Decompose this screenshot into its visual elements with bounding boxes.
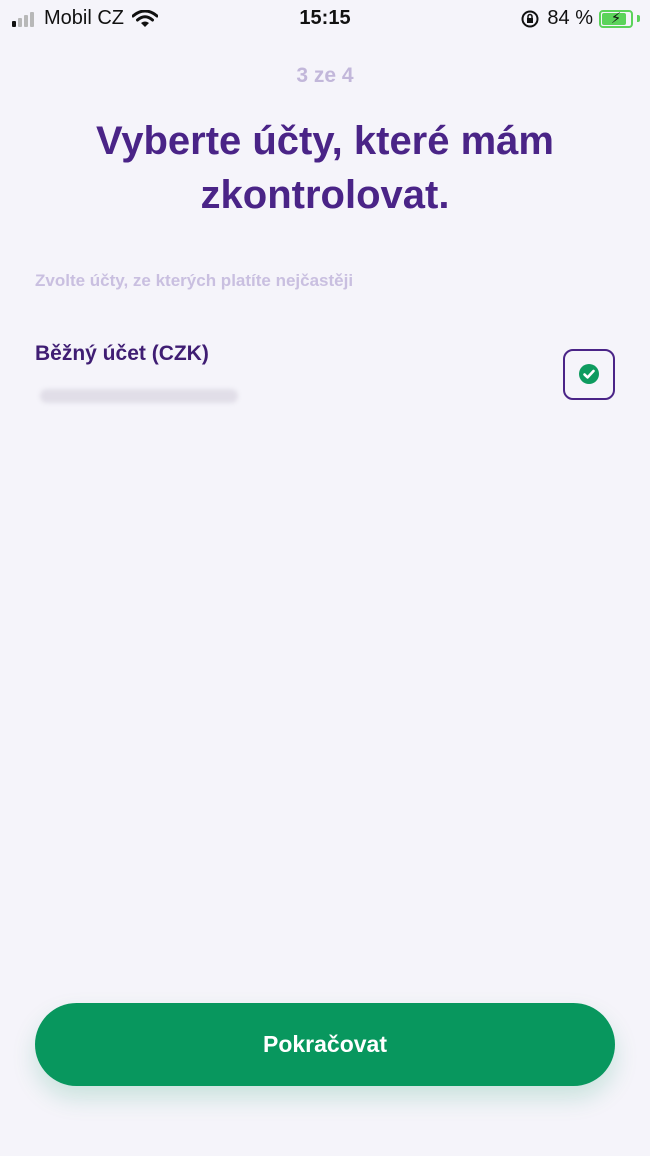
hint-text: Zvolte účty, ze kterých platíte nejčastě… [35, 271, 354, 290]
step-indicator: 3 ze 4 [296, 64, 354, 87]
battery-percentage: 84 % [547, 7, 593, 29]
status-bar: Mobil CZ 15:15 84 % ⚡ [0, 0, 650, 38]
account-name: Běžný účet (CZK) [35, 342, 209, 365]
account-list-item[interactable]: Běžný účet (CZK) [35, 335, 615, 415]
account-number-redacted [40, 389, 238, 403]
screen: Mobil CZ 15:15 84 % ⚡ 3 ze 4 Vyberte účt… [0, 0, 650, 1156]
orientation-lock-icon [521, 10, 539, 27]
status-right: 84 % ⚡ [521, 7, 640, 30]
check-icon [579, 364, 599, 384]
page-title: Vyberte účty, které mám zkontrolovat. [96, 119, 554, 217]
battery-cap [637, 15, 640, 22]
account-checkbox[interactable] [563, 349, 615, 400]
battery-charging-icon: ⚡ [599, 9, 633, 28]
continue-button[interactable]: Pokračovat [35, 1003, 615, 1086]
